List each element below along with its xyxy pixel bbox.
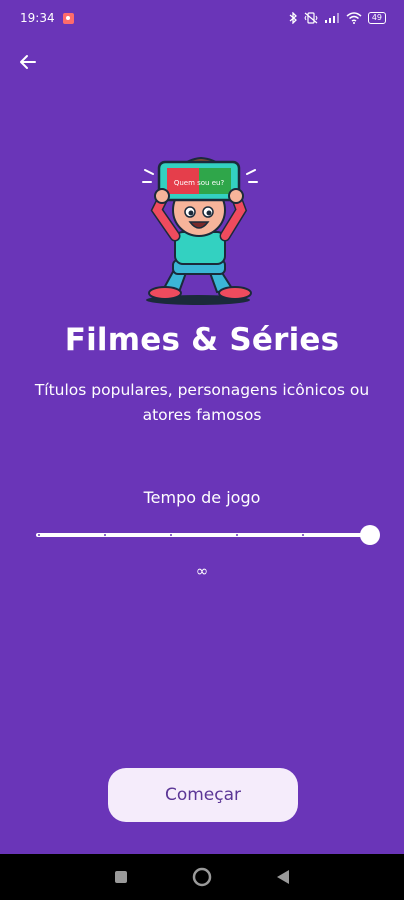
- slider-tick: [236, 534, 238, 536]
- battery-icon: 49: [367, 12, 386, 24]
- hero-illustration: Quem sou eu?: [142, 156, 258, 305]
- vibrate-icon: [304, 12, 318, 24]
- bluetooth-icon: [289, 12, 297, 24]
- status-right: 49: [289, 12, 386, 24]
- slider-tick: [170, 534, 172, 536]
- category-title: Filmes & Séries: [64, 322, 340, 358]
- slider-tick: [104, 534, 106, 536]
- slider-tick: [38, 534, 40, 536]
- slider-tick: [302, 534, 304, 536]
- status-bar: 19:34 49: [0, 0, 404, 36]
- slider-thumb[interactable]: [360, 525, 380, 545]
- arrow-left-icon: [20, 55, 36, 69]
- back-button[interactable]: [14, 48, 42, 76]
- game-time-slider[interactable]: [36, 525, 380, 545]
- battery-level: 49: [371, 13, 382, 22]
- category-description: Títulos populares, personagens icônicos …: [34, 381, 370, 424]
- triangle-back-icon: [277, 870, 289, 884]
- recents-button[interactable]: [114, 870, 128, 884]
- status-time: 19:34: [20, 11, 55, 25]
- signal-icon: [324, 13, 339, 23]
- wifi-icon: [346, 12, 362, 24]
- home-button[interactable]: [192, 867, 212, 887]
- start-button[interactable]: Começar: [108, 768, 298, 822]
- game-time-label: Tempo de jogo: [143, 488, 261, 507]
- status-left: 19:34: [20, 11, 74, 25]
- slider-track: [36, 533, 370, 537]
- navigation-bar: [0, 854, 404, 900]
- circle-home-icon: [192, 867, 212, 887]
- game-time-value: ∞: [195, 562, 209, 580]
- nav-back-button[interactable]: [276, 869, 290, 885]
- hero-phone-text: Quem sou eu?: [174, 179, 225, 187]
- recording-icon: [62, 12, 74, 24]
- square-recents-icon: [115, 871, 127, 883]
